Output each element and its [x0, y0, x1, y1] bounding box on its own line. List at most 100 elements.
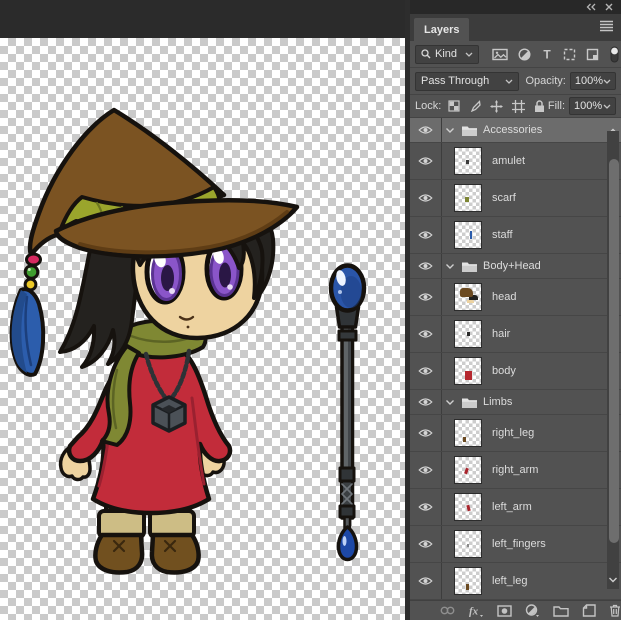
group-name: Body+Head [483, 260, 541, 272]
chevron-down-icon[interactable] [444, 127, 456, 134]
visibility-toggle-icon[interactable] [410, 118, 442, 142]
svg-text:T: T [543, 48, 551, 60]
chevron-down-icon [505, 79, 513, 84]
scroll-down-arrow[interactable] [608, 570, 618, 588]
blend-mode-value: Pass Through [421, 75, 489, 87]
new-group-button[interactable] [553, 605, 569, 617]
layer-thumbnail[interactable] [454, 456, 482, 484]
scrollbar [606, 118, 620, 600]
svg-text:fx: fx [469, 606, 479, 618]
blend-mode-dropdown[interactable]: Pass Through [415, 72, 519, 91]
new-layer-button[interactable] [582, 604, 596, 617]
lock-position-button[interactable] [490, 100, 503, 113]
chevron-down-icon[interactable] [444, 263, 456, 270]
new-adjustment-layer-button[interactable] [525, 604, 540, 617]
layer-left_arm[interactable]: left_arm [410, 489, 621, 526]
fill-value-box[interactable]: 100% [569, 97, 616, 115]
search-icon [421, 49, 431, 59]
filter-pixel-layers-button[interactable] [492, 48, 508, 61]
character-illustration [0, 0, 405, 620]
layer-filter-toggle[interactable] [610, 46, 619, 63]
panel-tab-bar: Layers [410, 14, 621, 41]
filter-kind-dropdown[interactable]: Kind [415, 45, 479, 64]
layers-panel: Layers Kind T [405, 0, 621, 620]
layer-thumbnail[interactable] [454, 567, 482, 595]
scrollbar-thumb[interactable] [609, 159, 619, 543]
visibility-toggle-icon[interactable] [410, 353, 442, 389]
layers-list: Accessoriesamuletscarfstaff Body+Head head… [410, 118, 621, 600]
visibility-toggle-icon[interactable] [410, 217, 442, 253]
layer-thumbnail[interactable] [454, 419, 482, 447]
chevron-down-icon [465, 52, 473, 57]
fill-label: Fill: [548, 100, 565, 112]
visibility-toggle-icon[interactable] [410, 526, 442, 562]
lock-transparent-pixels-button[interactable] [448, 100, 460, 112]
folder-icon [461, 124, 478, 137]
panel-header-strip [410, 0, 621, 14]
layer-head[interactable]: head [410, 279, 621, 316]
layers-bottom-toolbar: fx [410, 600, 621, 620]
filter-type-layers-button[interactable]: T [541, 48, 553, 60]
layer-group-Limbs[interactable]: Limbs [410, 390, 621, 415]
layer-thumbnail[interactable] [454, 320, 482, 348]
visibility-toggle-icon[interactable] [410, 143, 442, 179]
layer-staff[interactable]: staff [410, 217, 621, 254]
visibility-toggle-icon[interactable] [410, 390, 442, 414]
add-layer-mask-button[interactable] [497, 605, 512, 617]
lock-label: Lock: [415, 100, 441, 112]
filter-smart-objects-button[interactable] [586, 48, 599, 61]
photoshop-workspace: { "canvas": { "description": "chibi wiza… [0, 0, 621, 620]
filter-adjustment-layers-button[interactable] [518, 48, 531, 61]
visibility-toggle-icon[interactable] [410, 489, 442, 525]
layer-body[interactable]: body [410, 353, 621, 390]
layer-thumbnail[interactable] [454, 357, 482, 385]
layer-left_fingers[interactable]: left_fingers [410, 526, 621, 563]
layer-right_leg[interactable]: right_leg [410, 415, 621, 452]
layer-hair[interactable]: hair [410, 316, 621, 353]
delete-layer-button[interactable] [609, 604, 621, 617]
layer-scarf[interactable]: scarf [410, 180, 621, 217]
visibility-toggle-icon[interactable] [410, 254, 442, 278]
layer-group-Accessories[interactable]: Accessories [410, 118, 621, 143]
close-panel-icon[interactable] [605, 3, 613, 11]
lock-all-button[interactable] [534, 100, 545, 113]
chevron-down-icon [603, 79, 611, 84]
filter-kind-label: Kind [435, 48, 457, 60]
layer-thumbnail[interactable] [454, 530, 482, 558]
layer-name: body [492, 365, 516, 377]
folder-icon [461, 396, 478, 409]
layer-name: right_arm [492, 464, 538, 476]
layer-group-Body+Head[interactable]: Body+Head [410, 254, 621, 279]
visibility-toggle-icon[interactable] [410, 563, 442, 599]
layer-left_leg[interactable]: left_leg [410, 563, 621, 600]
filter-shape-layers-button[interactable] [563, 48, 576, 61]
group-name: Limbs [483, 396, 512, 408]
tab-layers[interactable]: Layers [414, 18, 469, 41]
panel-menu-button[interactable] [599, 19, 614, 32]
visibility-toggle-icon[interactable] [410, 415, 442, 451]
layer-thumbnail[interactable] [454, 184, 482, 212]
layer-thumbnail[interactable] [454, 283, 482, 311]
layer-thumbnail[interactable] [454, 493, 482, 521]
chevron-down-icon[interactable] [444, 399, 456, 406]
layer-amulet[interactable]: amulet [410, 143, 621, 180]
link-layers-button[interactable] [440, 606, 455, 615]
layer-effects-button[interactable]: fx [468, 604, 484, 617]
opacity-value-box[interactable]: 100% [570, 72, 616, 90]
layer-name: left_fingers [492, 538, 546, 550]
layer-thumbnail[interactable] [454, 221, 482, 249]
lock-image-pixels-button[interactable] [469, 100, 481, 112]
collapse-panels-icon[interactable] [586, 3, 596, 11]
fill-value: 100% [574, 100, 602, 112]
staff-art [331, 266, 364, 560]
visibility-toggle-icon[interactable] [410, 316, 442, 352]
visibility-toggle-icon[interactable] [410, 180, 442, 216]
lock-artboard-button[interactable] [512, 100, 525, 113]
layer-right_arm[interactable]: right_arm [410, 452, 621, 489]
scrollbar-track[interactable] [607, 131, 619, 589]
visibility-toggle-icon[interactable] [410, 452, 442, 488]
visibility-toggle-icon[interactable] [410, 279, 442, 315]
chevron-down-icon [603, 104, 611, 109]
blend-mode-row: Pass Through Opacity: 100% [410, 68, 621, 95]
layer-thumbnail[interactable] [454, 147, 482, 175]
